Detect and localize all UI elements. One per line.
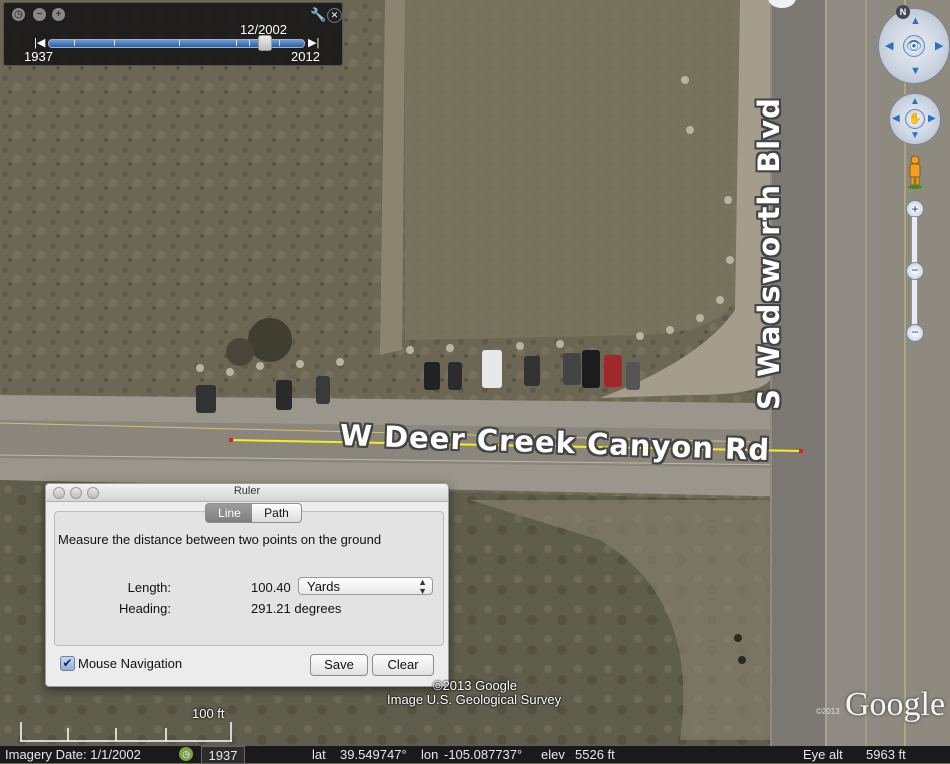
scale-bar	[20, 722, 232, 742]
time-tick	[236, 40, 237, 46]
mouse-navigation-checkbox[interactable]: ✔	[60, 656, 75, 671]
lon-label: lon	[421, 747, 439, 762]
move-down-icon[interactable]: ▼	[910, 130, 920, 141]
look-down-icon[interactable]: ▼	[910, 65, 921, 77]
zoom-thumb[interactable]: −	[906, 262, 924, 280]
status-bar: Imagery Date: 1/1/2002 ◷ 1937 lat 39.549…	[0, 746, 950, 764]
pegman-icon[interactable]	[906, 155, 924, 189]
move-right-icon[interactable]: ▶	[928, 113, 936, 124]
units-selected: Yards	[307, 579, 340, 594]
mouse-navigation-label: Mouse Navigation	[78, 656, 183, 671]
time-tick	[279, 40, 280, 46]
historical-imagery-icon[interactable]: ◷	[179, 747, 193, 761]
hand-icon[interactable]: ✋	[905, 109, 925, 129]
logo-copyright: ©2013	[816, 707, 840, 716]
slider-start-year: 1937	[24, 49, 53, 64]
zoom-slider[interactable]: + − −	[906, 200, 924, 342]
imagery-credit: Image U.S. Geological Survey	[387, 692, 562, 707]
time-tick	[114, 40, 115, 46]
clock-icon[interactable]: ◷	[12, 8, 25, 21]
select-arrows-icon: ▲ ▼	[418, 577, 427, 596]
close-icon[interactable]: ✕	[327, 8, 342, 23]
scale-label: 100 ft	[192, 706, 225, 721]
lat-label: lat	[312, 747, 326, 762]
copyright-text: ©2013 Google	[433, 678, 518, 693]
eye-icon[interactable]: 👁	[903, 35, 925, 57]
blvd-label: S Wadsworth Blvd	[752, 97, 786, 410]
move-control[interactable]: ▲ ▼ ◀ ▶ ✋	[889, 93, 941, 145]
google-logo: Google	[845, 686, 946, 723]
save-button[interactable]: Save	[310, 654, 368, 676]
ruler-titlebar[interactable]: Ruler	[46, 484, 448, 502]
ruler-dialog[interactable]: Ruler Line Path Measure the distance bet…	[45, 483, 449, 687]
tab-line[interactable]: Line	[205, 503, 254, 523]
units-select[interactable]: Yards ▲ ▼	[298, 577, 433, 596]
time-tick	[74, 40, 75, 46]
time-tick	[249, 40, 250, 46]
time-tick	[179, 40, 180, 46]
history-year-field[interactable]: 1937	[201, 746, 245, 764]
eye-alt-value: 5963 ft	[866, 747, 906, 762]
zoom-out-icon[interactable]: −	[906, 324, 924, 342]
zoom-out-time-icon[interactable]: −	[33, 8, 46, 21]
heading-value: 291.21 degrees	[251, 601, 342, 616]
step-back-icon[interactable]: |◀	[34, 36, 45, 49]
imagery-date: Imagery Date: 1/1/2002	[5, 747, 141, 762]
move-left-icon[interactable]: ◀	[892, 113, 900, 124]
length-label: Length:	[127, 580, 171, 595]
look-left-icon[interactable]: ◀	[885, 39, 893, 52]
slider-end-year: 2012	[291, 49, 320, 64]
lat-value: 39.549747°	[340, 747, 407, 762]
ruler-title: Ruler	[233, 485, 261, 497]
compass-north[interactable]: N	[896, 5, 910, 19]
move-up-icon[interactable]: ▲	[910, 96, 920, 107]
elev-value: 5526 ft	[575, 747, 615, 762]
look-right-icon[interactable]: ▶	[935, 39, 943, 52]
elev-label: elev	[541, 747, 565, 762]
lon-value: -105.087737°	[444, 747, 523, 762]
historical-imagery-slider[interactable]: ◷ − + 🔧 ✕ 12/2002 |◀ ▶| 1937 2012	[3, 2, 343, 66]
zoom-in-time-icon[interactable]: +	[52, 8, 65, 21]
ruler-panel: Line Path Measure the distance between t…	[54, 503, 444, 646]
heading-label: Heading:	[118, 601, 171, 616]
wrench-icon[interactable]: 🔧	[310, 8, 326, 21]
look-up-icon[interactable]: ▲	[910, 15, 921, 27]
step-forward-icon[interactable]: ▶|	[308, 36, 319, 49]
length-value: 100.40	[251, 580, 291, 595]
tab-path[interactable]: Path	[252, 503, 302, 523]
clear-button[interactable]: Clear	[372, 654, 434, 676]
time-slider-thumb[interactable]	[258, 35, 272, 51]
eye-alt-label: Eye alt	[803, 747, 843, 762]
look-control[interactable]: ▲ ▼ ◀ ▶ 👁	[878, 8, 950, 84]
ruler-description: Measure the distance between two points …	[58, 532, 382, 547]
